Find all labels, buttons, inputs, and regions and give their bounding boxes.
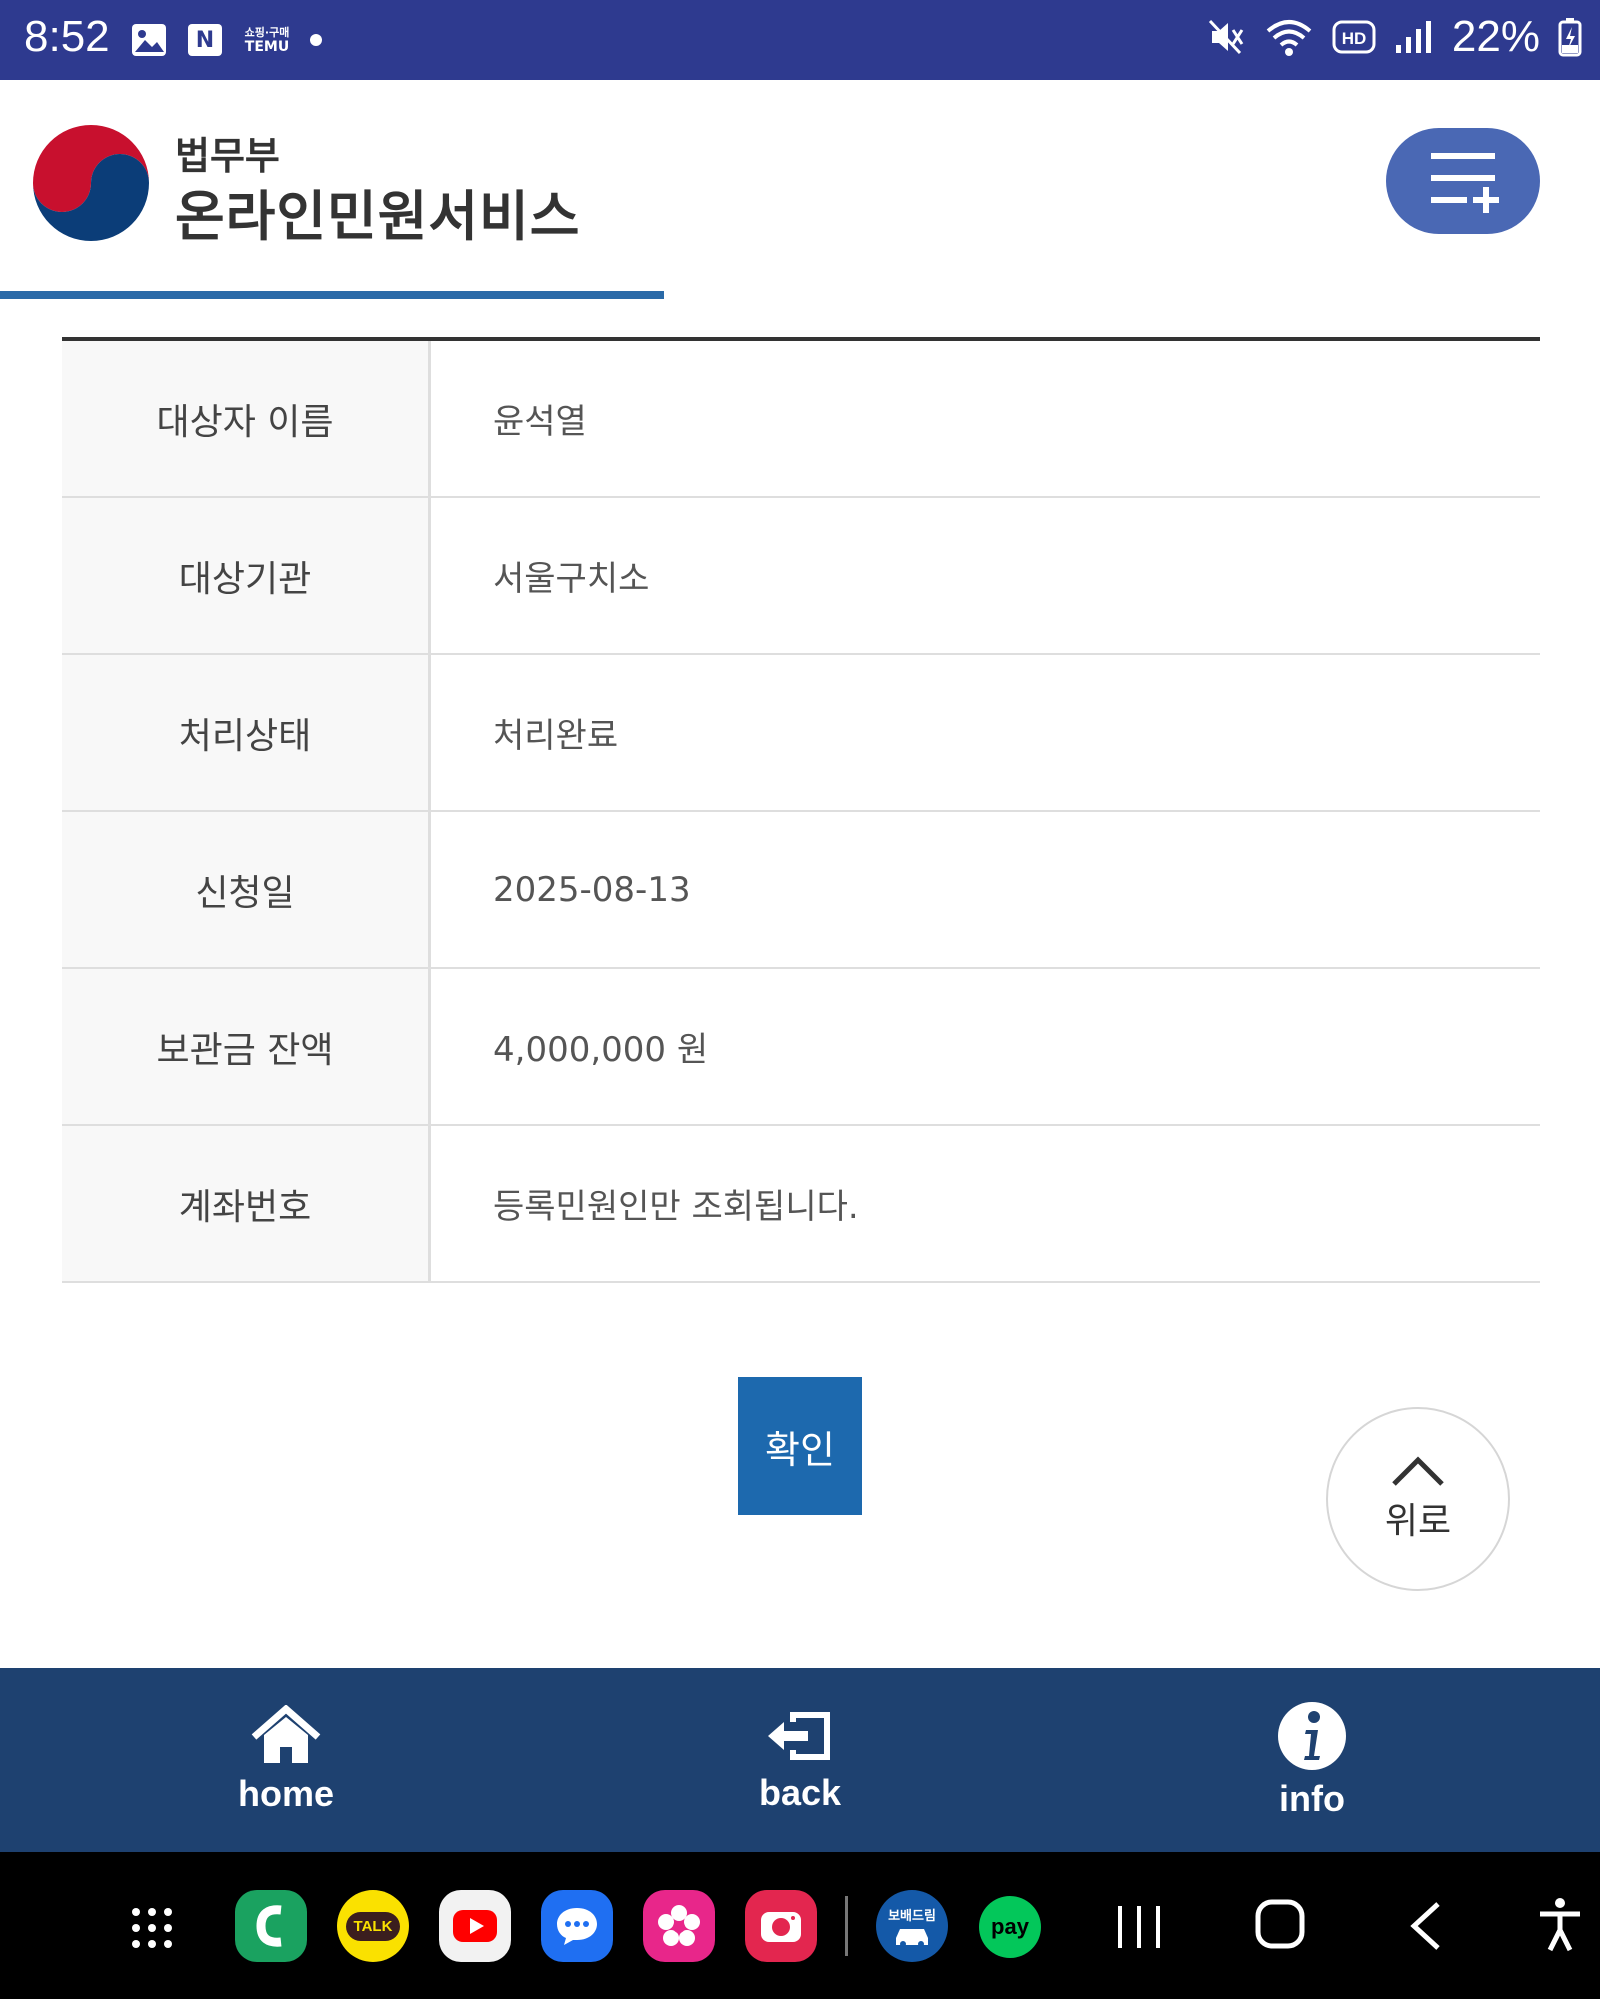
table-row: 보관금 잔액 4,000,000 원 (62, 969, 1540, 1126)
temu-icon: 쇼핑·구매 TEMU (244, 26, 290, 55)
row-label: 대상기관 (62, 498, 431, 653)
info-table: 대상자 이름 윤석열 대상기관 서울구치소 처리상태 처리완료 신청일 2025… (62, 337, 1540, 1283)
back-button-icon[interactable] (1406, 1900, 1446, 1952)
signal-icon (1395, 21, 1431, 53)
info-icon (1278, 1702, 1346, 1770)
camera-app-icon[interactable] (745, 1890, 817, 1962)
row-label: 처리상태 (62, 655, 431, 810)
menu-plus-icon (1431, 152, 1499, 213)
row-value: 서울구치소 (493, 559, 650, 599)
messages-app-icon[interactable] (541, 1890, 613, 1962)
site-header: 법무부 온라인민원서비스 (0, 80, 1600, 302)
wifi-icon (1266, 20, 1312, 56)
nav-info-label: info (1279, 1778, 1345, 1819)
mute-icon (1208, 19, 1244, 55)
table-row: 계좌번호 등록민원인만 조회됩니다. (62, 1126, 1540, 1283)
phone-app-icon[interactable] (235, 1890, 307, 1962)
row-value: 4,000,000 원 (493, 1030, 709, 1070)
table-row: 대상자 이름 윤석열 (62, 341, 1540, 498)
scroll-to-top-label: 위로 (1384, 1501, 1452, 1542)
header-underline (0, 291, 664, 299)
app-drawer-icon[interactable] (130, 1906, 174, 1950)
status-time: 8:52 (24, 12, 110, 61)
nav-home-label: home (237, 1773, 334, 1814)
nav-back[interactable]: back (650, 1668, 950, 1852)
nav-back-label: back (758, 1772, 842, 1813)
table-row: 신청일 2025-08-13 (62, 812, 1540, 969)
status-bar: 8:52 N 쇼핑·구매 TEMU HD 22% (0, 0, 1600, 80)
naver-pay-app-icon[interactable]: pay (979, 1896, 1041, 1958)
kakaotalk-app-icon[interactable]: TALK (337, 1890, 409, 1962)
youtube-app-icon[interactable] (439, 1890, 511, 1962)
row-label: 보관금 잔액 (62, 969, 431, 1124)
back-exit-icon (768, 1712, 830, 1760)
notification-dot-icon (310, 34, 322, 46)
taskbar-divider (845, 1896, 848, 1956)
row-label: 대상자 이름 (62, 341, 431, 496)
naver-icon: N (186, 22, 224, 58)
row-value: 윤석열 (493, 402, 587, 442)
nav-home[interactable]: home (136, 1668, 436, 1852)
battery-percent: 22% (1451, 12, 1540, 61)
table-row: 대상기관 서울구치소 (62, 498, 1540, 655)
chevron-up-icon (1392, 1456, 1444, 1486)
site-title[interactable]: 온라인민원서비스 (175, 172, 580, 251)
android-taskbar: TALK 보배드림 pay (0, 1852, 1600, 1999)
recent-apps-icon[interactable] (1114, 1902, 1164, 1952)
gallery-icon (130, 22, 168, 58)
home-icon (251, 1705, 321, 1763)
row-label: 신청일 (62, 812, 431, 967)
svg-text:HD: HD (1342, 29, 1367, 48)
hd-icon: HD (1332, 20, 1376, 54)
row-value: 처리완료 (493, 716, 619, 756)
battery-charging-icon (1558, 18, 1582, 57)
row-value: 2025-08-13 (493, 869, 691, 910)
bobaedream-app-icon[interactable]: 보배드림 (876, 1890, 948, 1962)
bottom-navigation: home back info (0, 1668, 1600, 1852)
nav-info[interactable]: info (1162, 1668, 1462, 1852)
government-taegeuk-logo-icon[interactable] (30, 122, 152, 244)
blossom-app-icon[interactable] (643, 1890, 715, 1962)
table-row: 처리상태 처리완료 (62, 655, 1540, 812)
scroll-to-top-button[interactable]: 위로 (1326, 1407, 1510, 1591)
menu-button[interactable] (1386, 128, 1540, 234)
row-value: 등록민원인만 조회됩니다. (493, 1187, 859, 1227)
accessibility-icon[interactable] (1536, 1896, 1584, 1954)
row-label: 계좌번호 (62, 1126, 431, 1281)
home-button-icon[interactable] (1254, 1898, 1306, 1950)
confirm-button[interactable]: 확인 (738, 1377, 862, 1515)
